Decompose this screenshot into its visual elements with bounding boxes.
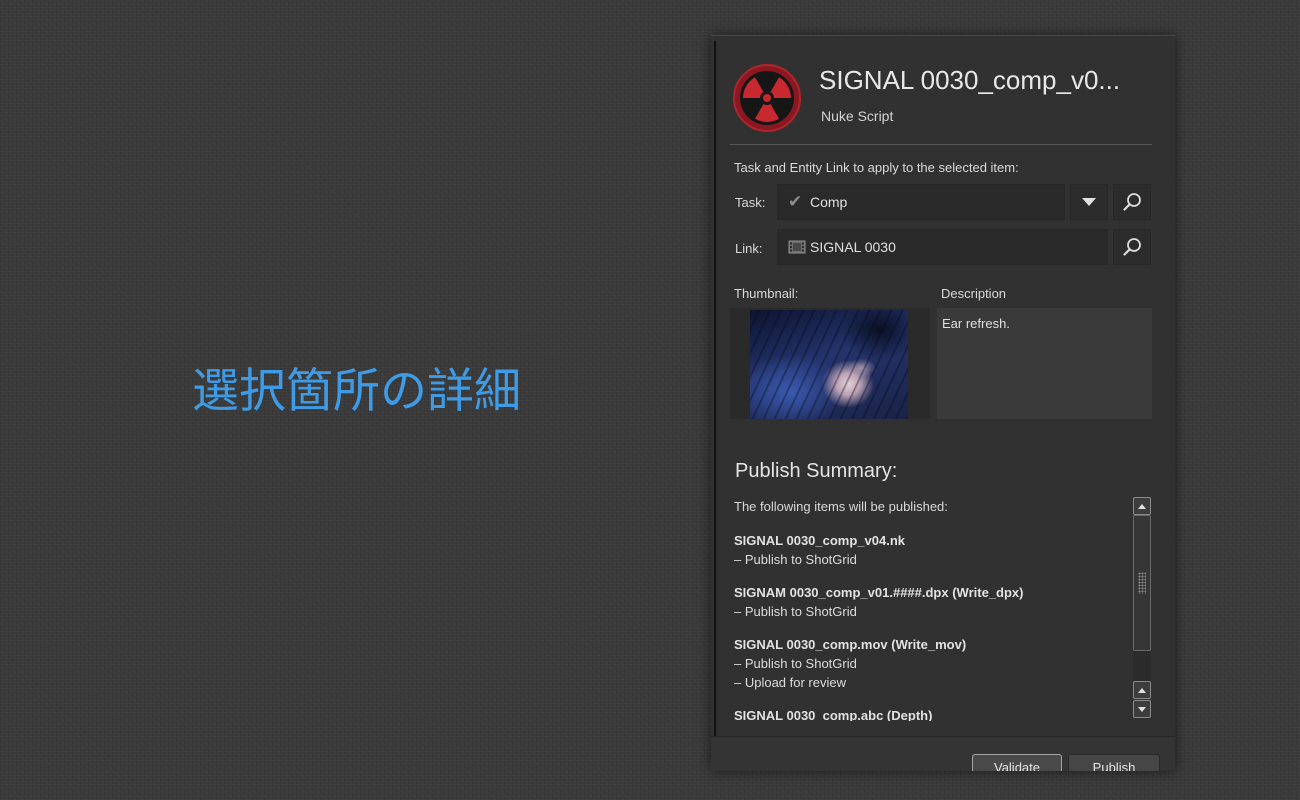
task-field[interactable]: ✔ Comp (777, 184, 1065, 220)
scroll-up-button[interactable] (1133, 497, 1151, 515)
item-action: – Publish to ShotGrid (734, 656, 857, 671)
item-type: Nuke Script (821, 108, 894, 124)
publish-button[interactable]: Publish (1068, 754, 1160, 771)
item-name: SIGNAL 0030_comp.mov (Write_mov) (734, 637, 967, 652)
item-title: SIGNAL 0030_comp_v0... (819, 65, 1121, 95)
task-label: Task: (735, 195, 766, 210)
checkmark-icon: ✔ (788, 192, 803, 212)
scrollbar-thumb[interactable] (1133, 515, 1151, 651)
list-item: SIGNAL 0030_comp.abc (Depth) (734, 706, 1129, 721)
item-name: SIGNAL 0030_comp.abc (Depth) (734, 708, 933, 721)
task-dropdown-button[interactable] (1070, 184, 1108, 220)
item-name: SIGNAM 0030_comp_v01.####.dpx (Write_dpx… (734, 585, 1024, 600)
item-action: – Publish to ShotGrid (734, 604, 857, 619)
thumbnail-widget[interactable] (730, 308, 930, 419)
description-label: Description (941, 286, 1007, 301)
description-field[interactable]: Ear refresh. (937, 308, 1152, 419)
thumbnail-image (750, 310, 908, 419)
item-action: – Upload for review (734, 675, 846, 690)
list-item: SIGNAM 0030_comp_v01.####.dpx (Write_dpx… (734, 583, 1129, 621)
link-value: SIGNAL 0030 (810, 239, 896, 255)
scroll-down-button[interactable] (1133, 700, 1151, 718)
context-instruction: Task and Entity Link to apply to the sel… (734, 160, 1019, 175)
panel-left-border (714, 41, 716, 739)
publish-summary-list[interactable]: SIGNAL 0030_comp_v04.nk – Publish to Sho… (734, 531, 1129, 721)
search-icon (1123, 238, 1141, 256)
triangle-down-icon (1138, 706, 1146, 712)
header-divider (730, 144, 1152, 145)
publish-summary-intro: The following items will be published: (734, 499, 948, 514)
publish-details-panel: SIGNAL 0030_comp_v0... Nuke Script Task … (711, 35, 1175, 771)
thumbnail-label: Thumbnail: (734, 286, 799, 301)
side-caption: 選択箇所の詳細 (192, 364, 521, 419)
bottom-toolbar: Validate Publish (711, 736, 1175, 771)
nuke-logo-icon (733, 64, 801, 132)
link-field[interactable]: SIGNAL 0030 (777, 229, 1108, 265)
triangle-down-icon (1082, 198, 1096, 206)
link-search-button[interactable] (1113, 229, 1151, 265)
scroll-up-button[interactable] (1133, 681, 1151, 699)
triangle-up-icon (1138, 503, 1146, 509)
validate-button[interactable]: Validate (972, 754, 1062, 771)
triangle-up-icon (1138, 687, 1146, 693)
item-name: SIGNAL 0030_comp_v04.nk (734, 533, 906, 548)
task-search-button[interactable] (1113, 184, 1151, 220)
link-label: Link: (735, 241, 763, 256)
list-item: SIGNAL 0030_comp_v04.nk – Publish to Sho… (734, 531, 1129, 569)
list-item: SIGNAL 0030_comp.mov (Write_mov) – Publi… (734, 635, 1129, 692)
grip-icon (1138, 572, 1146, 594)
film-icon (788, 240, 810, 254)
scrollbar-track[interactable] (1133, 651, 1151, 681)
publish-summary-heading: Publish Summary: (735, 460, 898, 482)
search-icon (1123, 193, 1141, 211)
task-value: Comp (810, 194, 848, 210)
item-action: – Publish to ShotGrid (734, 552, 857, 567)
